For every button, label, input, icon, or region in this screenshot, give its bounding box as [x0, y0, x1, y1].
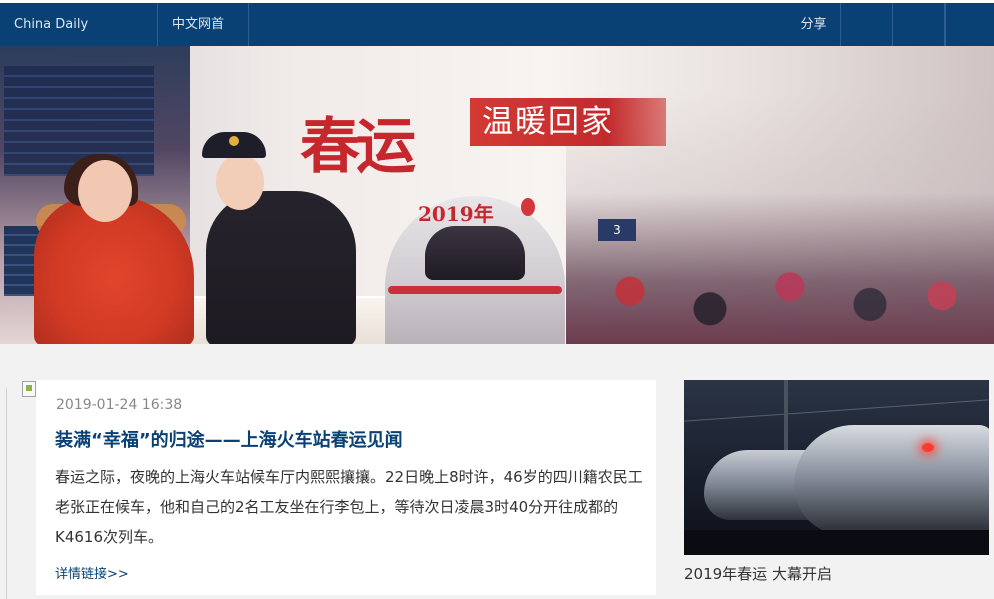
overhead-wire	[684, 399, 989, 422]
top-nav: China Daily Homepage 中文网首页 分享	[0, 0, 994, 75]
read-more-link[interactable]: 详情链接>>	[55, 563, 129, 582]
nav-home-link[interactable]: China Daily Homepage	[0, 3, 158, 75]
catenary-pole	[784, 380, 788, 460]
platform-sign: 3	[598, 219, 636, 241]
bullet-train-front	[794, 425, 989, 535]
crowd-travelers	[590, 256, 990, 344]
banner-title: 春运	[300, 112, 416, 182]
article-card: 2019-01-24 16:38 装满“幸福”的归途——上海火车站春运见闻 春运…	[36, 380, 656, 595]
train-stripe	[388, 286, 562, 294]
share-weibo-button[interactable]	[841, 3, 893, 46]
side-photo[interactable]	[684, 380, 989, 555]
article-summary: 春运之际，夜晚的上海火车站候车厅内熙熙攘攘。22日晚上8时许，46岁的四川籍农民…	[55, 468, 643, 546]
train-headlight	[922, 443, 934, 452]
banner-year: 2019年	[418, 202, 494, 226]
broken-image-icon	[22, 381, 36, 397]
hero-banner: 3 春运 温暖回家 2019年	[0, 46, 994, 344]
lantern-icon	[521, 198, 535, 216]
platform-floor	[684, 530, 989, 555]
share-label: 分享	[787, 3, 841, 46]
side-photo-caption[interactable]: 2019年春运 大幕开启	[684, 563, 832, 584]
banner-subtitle: 温暖回家	[482, 104, 614, 140]
cap-badge-icon	[229, 136, 239, 146]
railway-staff-head	[216, 154, 264, 210]
share-more-button[interactable]	[945, 3, 994, 46]
train-windshield	[425, 226, 525, 280]
article-headline-link[interactable]: 装满“幸福”的归途——上海火车站春运见闻	[55, 426, 403, 452]
nav-chinese-home-link[interactable]: 中文网首页	[158, 3, 249, 75]
share-wechat-button[interactable]	[893, 3, 945, 46]
left-divider	[6, 388, 7, 599]
article-date: 2019-01-24 16:38	[56, 397, 183, 413]
traveler-head	[78, 160, 132, 222]
railway-staff-figure	[206, 191, 356, 344]
